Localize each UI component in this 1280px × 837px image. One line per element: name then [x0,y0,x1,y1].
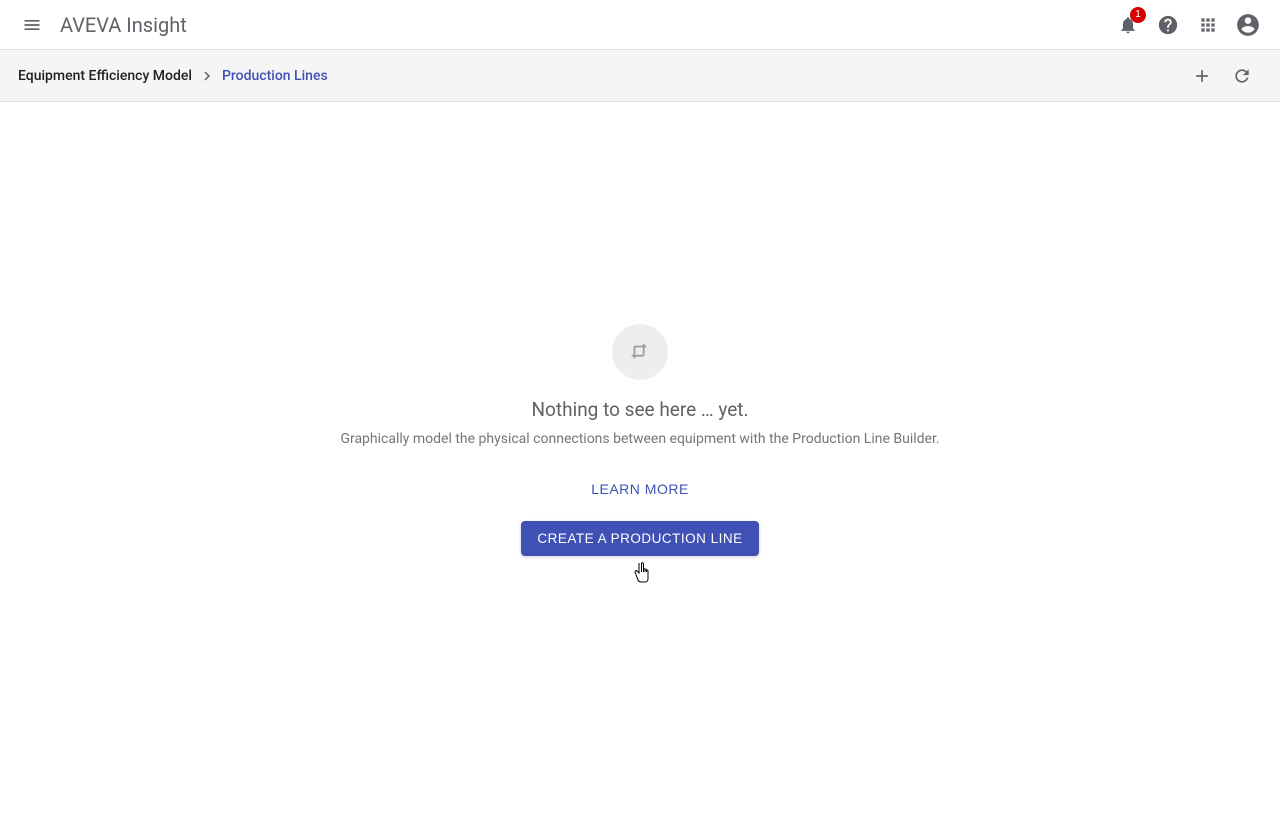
breadcrumb-current[interactable]: Production Lines [222,68,328,84]
account-circle-icon [1235,12,1261,38]
notifications-button[interactable]: 1 [1108,5,1148,45]
crop-rotate-icon [629,341,651,363]
chevron-right-icon [198,67,216,85]
help-icon [1157,14,1179,36]
notification-badge: 1 [1130,7,1146,23]
empty-state-icon-circle [612,324,668,380]
learn-more-link[interactable]: Learn More [579,473,701,505]
app-title: AVEVA Insight [60,13,187,37]
plus-icon [1192,66,1212,86]
breadcrumb-bar: Equipment Efficiency Model Production Li… [0,50,1280,102]
help-button[interactable] [1148,5,1188,45]
apps-grid-icon [1198,15,1218,35]
account-button[interactable] [1228,5,1268,45]
refresh-button[interactable] [1222,56,1262,96]
refresh-icon [1232,66,1252,86]
main-content: Nothing to see here … yet. Graphically m… [0,102,1280,837]
create-production-line-button[interactable]: Create a Production Line [521,521,758,556]
add-button[interactable] [1182,56,1222,96]
breadcrumb-root[interactable]: Equipment Efficiency Model [18,68,192,84]
menu-icon [22,15,42,35]
empty-state-subtitle: Graphically model the physical connectio… [340,431,939,447]
empty-state-title: Nothing to see here … yet. [532,398,749,421]
apps-button[interactable] [1188,5,1228,45]
hamburger-menu-button[interactable] [12,5,52,45]
top-bar: AVEVA Insight 1 [0,0,1280,50]
